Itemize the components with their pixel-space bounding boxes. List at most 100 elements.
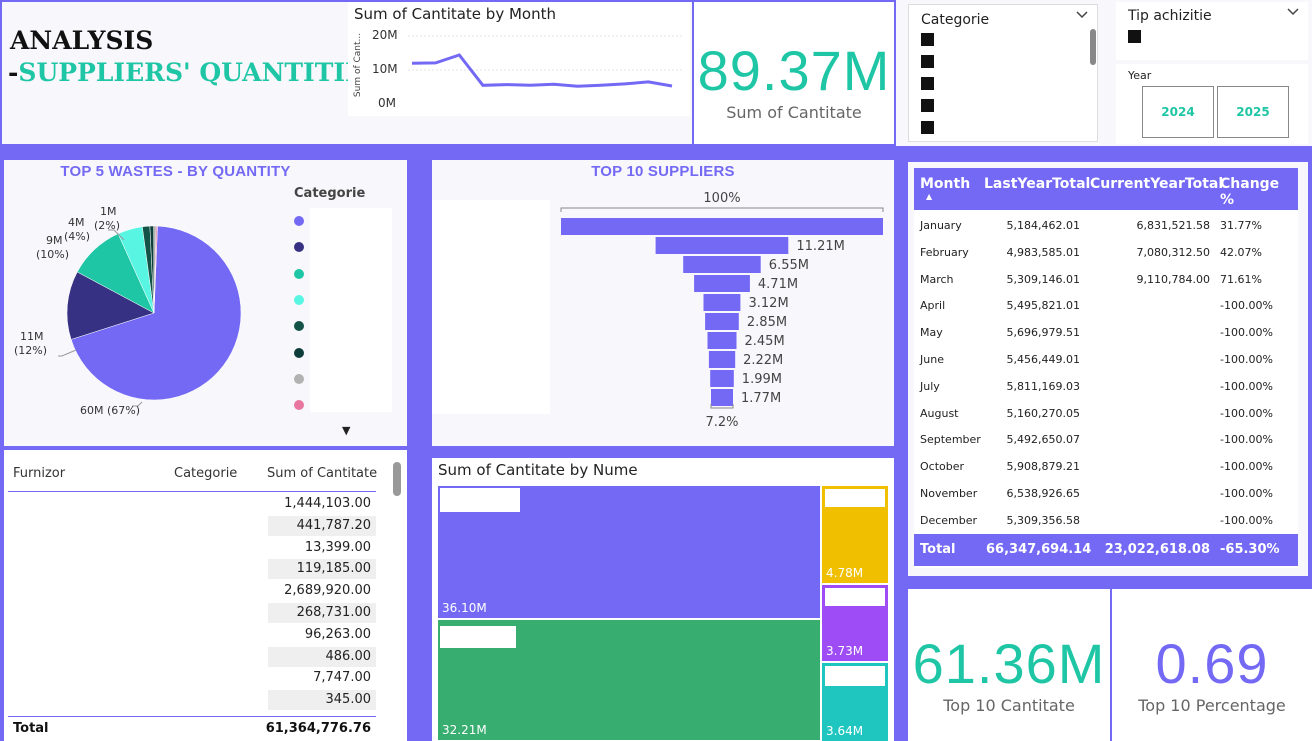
categorie-item-4[interactable] [921,99,934,112]
tile-name-label [440,626,516,648]
table-row: January 5,184,462.01 6,831,521.58 31.77% [914,216,1298,236]
funnel-bar[interactable] [561,218,883,235]
cell-change: 42.07% [1220,245,1262,259]
funnel-bar[interactable] [707,332,737,349]
col-currentyear-header[interactable]: CurrentYearTotal [1090,176,1223,192]
month-chart-tick-20m: 20M [372,28,398,42]
tip-achizitie-slicer[interactable]: Tip achizitie [1116,2,1308,60]
checkbox-icon[interactable] [921,33,934,46]
cell-change: -100.00% [1220,299,1273,313]
legend-dot[interactable] [294,268,304,279]
funnel-bar[interactable] [708,351,736,368]
funnel-bar[interactable] [683,256,761,273]
pie-legend: Categorie [294,186,404,412]
col-lastyear-header[interactable]: LastYearTotal [984,176,1090,192]
month-chart[interactable]: Sum of Cantitate by Month Sum of Cant...… [348,2,690,116]
year-2025-button[interactable]: 2025 [1217,86,1289,138]
pie-label-11m: 11M [20,330,44,343]
table-row: 1,444,103.00 [284,496,371,511]
categorie-item-3[interactable] [921,77,934,90]
funnel-bar[interactable] [703,294,741,311]
year-slicer: Year 2024 2025 [1116,64,1308,144]
cell-change: 71.61% [1220,272,1262,286]
funnel-value-label: 11.21M [796,239,844,254]
cell-month: March [920,272,954,286]
legend-dot[interactable] [294,347,304,358]
categorie-item-2[interactable] [921,55,934,68]
funnel-value-label: 1.77M [741,391,781,406]
checkbox-icon[interactable] [921,121,934,134]
table-row: May 5,696,979.51 -100.00% [914,323,1298,343]
funnel-bar[interactable] [710,370,734,387]
categorie-item-5[interactable] [921,121,934,134]
subtitle-text: SUPPLIERS' QUANTITIES [18,58,384,87]
categorie-scrollbar[interactable] [1090,29,1096,65]
treemap-tile-3[interactable]: 4.78M [822,486,888,583]
table-row: October 5,908,879.21 -100.00% [914,457,1298,477]
cell-currentyear: 7,080,312.50 [1136,245,1210,259]
pie-label-1m-pct: (2%) [94,219,121,232]
legend-dot[interactable] [294,321,304,332]
cell-lastyear: 6,538,926.65 [1006,487,1080,500]
treemap-tile-2[interactable]: 32.21M [438,620,820,740]
sort-up-icon: ▲ [926,192,933,201]
cell-currentyear: 6,831,521.58 [1136,219,1210,232]
col-month-header[interactable]: Month ▲ [920,176,970,201]
cell-lastyear: 5,184,462.01 [1006,219,1080,232]
pie-label-4m-pct: (4%) [64,230,91,243]
month-chart-plot [408,35,684,88]
legend-dot[interactable] [294,242,304,253]
cell-change: -100.00% [1220,353,1273,366]
pie-legend-title: Categorie [294,186,366,201]
legend-dot[interactable] [294,400,304,411]
categorie-slicer[interactable]: Categorie [908,4,1098,142]
table-row: 345.00 [325,692,372,708]
table-row: 441,787.20 [296,517,371,533]
funnel-bar[interactable] [655,237,789,254]
sum-col-header[interactable]: Sum of Cantitate [267,466,377,481]
chevron-down-icon[interactable] [1286,5,1300,22]
year-table-header: Month ▲ LastYearTotal CurrentYearTotal C… [914,168,1298,210]
total-currentyear: 23,022,618.08 [1104,542,1210,557]
furnizor-total-value: 61,364,776.76 [265,721,371,736]
page-subtitle: -SUPPLIERS' QUANTITIES- [8,58,393,87]
chevron-down-icon[interactable] [1075,8,1089,25]
kpi-top10-value: 61.36M [912,632,1106,695]
pie-title: TOP 5 WASTES - BY QUANTITY [60,163,291,180]
year-table-total-row: Total 66,347,694.14 23,022,618.08 -65.30… [914,534,1298,566]
cell-lastyear: 5,495,821.01 [1006,299,1080,313]
cell-change: 31.77% [1220,219,1262,232]
treemap-tile-5[interactable]: 3.64M [822,663,888,741]
legend-dot[interactable] [294,216,304,226]
categorie-col-header[interactable]: Categorie [174,466,237,481]
checkbox-icon[interactable] [921,55,934,68]
legend-dot[interactable] [294,373,304,384]
funnel-bar[interactable] [694,275,750,292]
furnizor-col-header[interactable]: Furnizor [13,466,65,481]
categorie-item-1[interactable] [921,33,934,46]
tip-achizitie-title: Tip achizitie [1128,8,1212,24]
checkbox-icon[interactable] [921,77,934,90]
pie-panel: TOP 5 WASTES - BY QUANTITY 60M (67%) 11M… [4,160,407,446]
cell-month: December [920,513,978,527]
total-lastyear: 66,347,694.14 [986,542,1092,557]
cell-lastyear: 4,983,585.01 [1006,245,1080,259]
tip-achizitie-item[interactable] [1128,30,1141,43]
treemap-tile-4[interactable]: 3.73M [822,585,888,661]
cell-lastyear: 5,309,356.58 [1006,513,1080,527]
funnel-bar[interactable] [705,313,739,330]
checkbox-icon[interactable] [1128,30,1141,43]
checkbox-icon[interactable] [921,99,934,112]
legend-dot[interactable] [294,294,304,305]
funnel-bar[interactable] [711,389,733,406]
year-2024-button[interactable]: 2024 [1142,86,1214,138]
table-toolbar[interactable]: ... [1212,162,1304,166]
col-change-header[interactable]: Change % [1220,176,1298,208]
top10-title: TOP 10 SUPPLIERS [591,163,735,180]
furnizor-scrollbar[interactable] [393,462,401,496]
kpi-total-card: 89.37M Sum of Cantitate [694,2,894,144]
funnel-chart[interactable]: 100% 11.21M 6.55M 4.71M 3.12M 2.85M 2.45M 2.22M… [550,184,894,444]
month-chart-tick-10m: 10M [372,62,398,76]
legend-more-icon[interactable]: ▼ [342,424,350,437]
treemap-tile-1[interactable]: 36.10M [438,486,820,618]
